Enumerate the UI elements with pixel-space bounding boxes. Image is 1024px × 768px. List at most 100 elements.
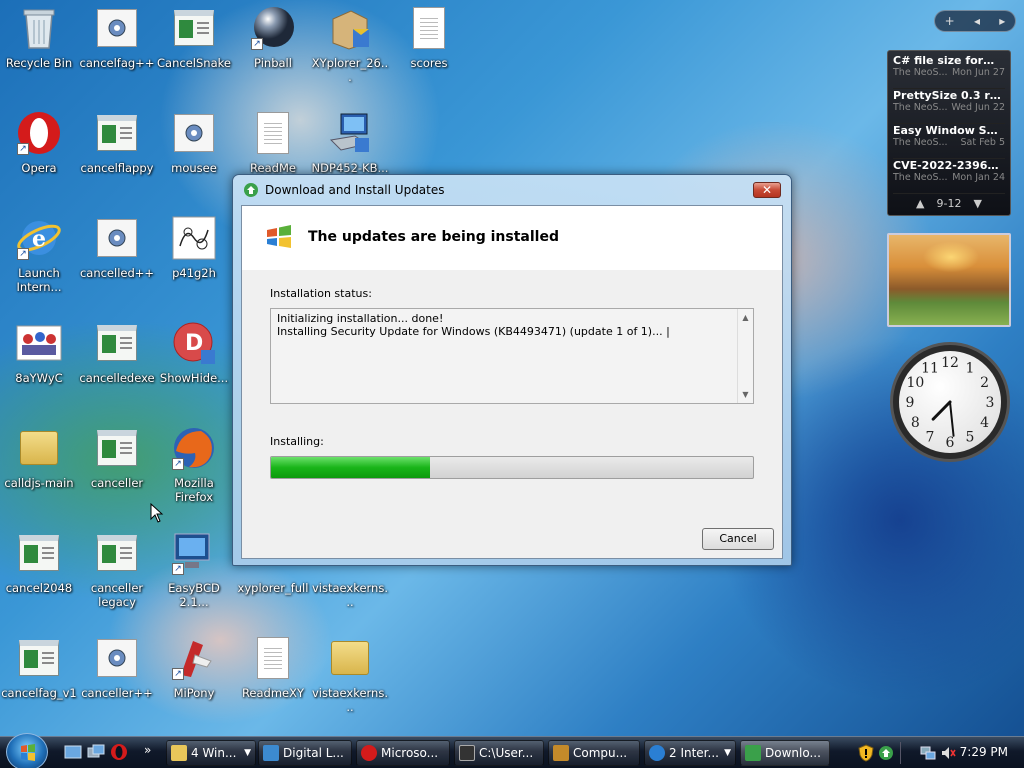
taskbar-button[interactable]: C:\User... <box>454 740 544 766</box>
cancel-button[interactable]: Cancel <box>702 528 774 550</box>
dialog-title: Download and Install Updates <box>265 183 445 197</box>
7zip-icon <box>459 745 475 761</box>
network-icon[interactable] <box>920 745 936 761</box>
feed-item[interactable]: Easy Window Switch... The NeoS... Sat Feb… <box>893 124 1005 159</box>
desktop-icon-calldjs-main[interactable]: calldjs-main <box>0 424 78 512</box>
desktop-icon-recycle-bin[interactable]: Recycle Bin <box>0 4 78 92</box>
desktop-icon-cancelflappy[interactable]: cancelflappy <box>78 109 156 197</box>
quicklaunch-overflow-button[interactable]: » <box>144 743 151 757</box>
zip-folder-icon <box>15 424 63 472</box>
taskbar-button-active[interactable]: Downlo... <box>740 740 830 766</box>
sidebar-gadget-toolbar: + ◂ ▸ <box>934 10 1016 32</box>
application-window-icon <box>15 634 63 682</box>
gear-icon <box>170 109 218 157</box>
add-gadget-button[interactable]: + <box>945 14 955 28</box>
opera-icon: ↗ <box>15 109 63 157</box>
opera-quicklaunch-icon[interactable] <box>110 743 128 761</box>
desktop-icon-cancelfag-pp[interactable]: cancelfag++ <box>78 4 156 92</box>
taskbar-button[interactable]: Digital L... <box>258 740 352 766</box>
desktop-icon-showhide[interactable]: D ShowHide... <box>155 319 233 407</box>
taskbar-button-label: 2 Inter... <box>669 746 719 760</box>
desktop-icon-scores[interactable]: scores <box>390 4 468 92</box>
mipony-icon: ↗ <box>170 634 218 682</box>
dialog-titlebar[interactable]: Download and Install Updates ✕ <box>233 175 791 205</box>
taskbar-button-label: Digital L... <box>283 746 344 760</box>
feed-item[interactable]: C# file size formattin... The NeoS...Mon… <box>893 54 1005 89</box>
clock-numbers: 12 12 3 45678 9 1011 <box>906 355 995 451</box>
desktop-icon-label: cancelflappy <box>80 161 154 175</box>
installer-package-icon <box>326 4 374 52</box>
progress-fill <box>271 457 431 478</box>
text-document-icon <box>405 4 453 52</box>
feed-title: Easy Window Switch... <box>893 124 1005 137</box>
desktop-icon-canceller[interactable]: canceller <box>78 424 156 512</box>
windows-update-tray-icon[interactable] <box>878 745 894 761</box>
taskbar-button[interactable]: Microso... <box>356 740 450 766</box>
clock-number: 4 <box>980 415 989 431</box>
desktop-icon-cancel2048[interactable]: cancel2048 <box>0 529 78 617</box>
clock-number: 10 <box>906 375 924 391</box>
desktop-icon-canceller-legacy[interactable]: canceller legacy <box>78 529 156 617</box>
desktop-icon-label: cancelledexe <box>79 371 155 385</box>
taskbar-button[interactable]: 4 Win... ▼ <box>166 740 256 766</box>
desktop-icon-label: Pinball <box>254 56 292 70</box>
taskbar-clock[interactable]: 7:29 PM <box>960 745 1008 759</box>
feed-item[interactable]: PrettySize 0.3 releas... The NeoS...Wed … <box>893 89 1005 124</box>
taskbar-button-label: Compu... <box>573 746 628 760</box>
desktop-icon-launch-internet[interactable]: e ↗ Launch Intern... <box>0 214 78 302</box>
show-desktop-icon[interactable] <box>64 743 82 761</box>
clock-minute-hand <box>949 401 955 437</box>
desktop-icon-p41g2h[interactable]: p41g2h <box>155 214 233 302</box>
slideshow-gadget[interactable] <box>887 233 1011 327</box>
volume-muted-icon[interactable] <box>940 745 956 761</box>
taskbar-button[interactable]: Compu... <box>548 740 640 766</box>
windows-update-icon <box>244 183 258 197</box>
security-shield-icon[interactable] <box>858 744 874 762</box>
desktop-icon-vistaexkerns-2[interactable]: vistaexkerns... <box>311 634 389 722</box>
desktop-icon-easybcd[interactable]: ↗ EasyBCD 2.1... <box>155 529 233 617</box>
clock-number: 7 <box>926 430 935 446</box>
desktop-icon-mousee[interactable]: mousee <box>155 109 233 197</box>
status-scrollbar[interactable]: ▲ ▼ <box>737 309 753 403</box>
desktop-icon-cancelledexe[interactable]: cancelledexe <box>78 319 156 407</box>
desktop-icon-cancelled-pp[interactable]: cancelled++ <box>78 214 156 302</box>
desktop-icon-opera[interactable]: ↗ Opera <box>0 109 78 197</box>
desktop-icon-label: cancelfag_v1 <box>1 686 77 700</box>
feed-date: Mon Jun 27 <box>951 67 1005 78</box>
desktop-icon-pinball[interactable]: ↗ Pinball <box>234 4 312 92</box>
desktop-icon-label: vistaexkerns... <box>311 581 388 609</box>
desktop-icon-cancelfag-v1[interactable]: cancelfag_v1 <box>0 634 78 722</box>
clock-hour-hand <box>931 400 952 421</box>
installation-status-log[interactable]: Initializing installation... done! Insta… <box>270 308 754 404</box>
desktop-icon-mipony[interactable]: ↗ MiPony <box>155 634 233 722</box>
next-gadgets-button[interactable]: ▸ <box>999 14 1005 28</box>
desktop-icon-label: canceller legacy <box>90 581 144 609</box>
desktop-icon-canceller-pp[interactable]: canceller++ <box>78 634 156 722</box>
feed-item[interactable]: CVE-2022-23968: Xer... The NeoS... Mon Ja… <box>893 159 1005 194</box>
desktop-icon-8aywyc[interactable]: 8aYWyC <box>0 319 78 407</box>
desktop-icon-label: vistaexkerns... <box>311 686 388 714</box>
internet-explorer-icon <box>649 745 665 761</box>
desktop-icon-readmexy[interactable]: ReadmeXY <box>234 634 312 722</box>
prev-gadgets-button[interactable]: ◂ <box>974 14 980 28</box>
start-button[interactable] <box>6 733 48 768</box>
switch-windows-icon[interactable] <box>87 743 105 761</box>
desktop-icon-label: Recycle Bin <box>5 56 73 70</box>
clock-number: 8 <box>911 415 920 431</box>
application-window-icon <box>93 529 141 577</box>
notification-area: 7:29 PM <box>854 737 1024 768</box>
chevron-down-icon: ▼ <box>724 748 731 758</box>
scroll-down-arrow-icon[interactable]: ▼ <box>738 388 753 401</box>
feed-prev-arrow-icon[interactable]: ▲ <box>916 197 924 210</box>
scroll-up-arrow-icon[interactable]: ▲ <box>738 311 753 324</box>
dialog-heading: The updates are being installed <box>308 229 559 245</box>
desktop-icon-cancelsnake[interactable]: CancelSnake <box>155 4 233 92</box>
close-button[interactable]: ✕ <box>753 182 781 198</box>
windows-update-icon <box>267 225 291 248</box>
clock-number: 11 <box>921 360 939 376</box>
desktop-icon-xyplorer-26[interactable]: XYplorer_26... <box>311 4 389 92</box>
taskbar-button[interactable]: 2 Inter... ▼ <box>644 740 736 766</box>
feed-next-arrow-icon[interactable]: ▼ <box>973 197 981 210</box>
desktop-icon-label: cancel2048 <box>5 581 73 595</box>
desktop-icon-mozilla-firefox[interactable]: ↗ Mozilla Firefox <box>155 424 233 512</box>
